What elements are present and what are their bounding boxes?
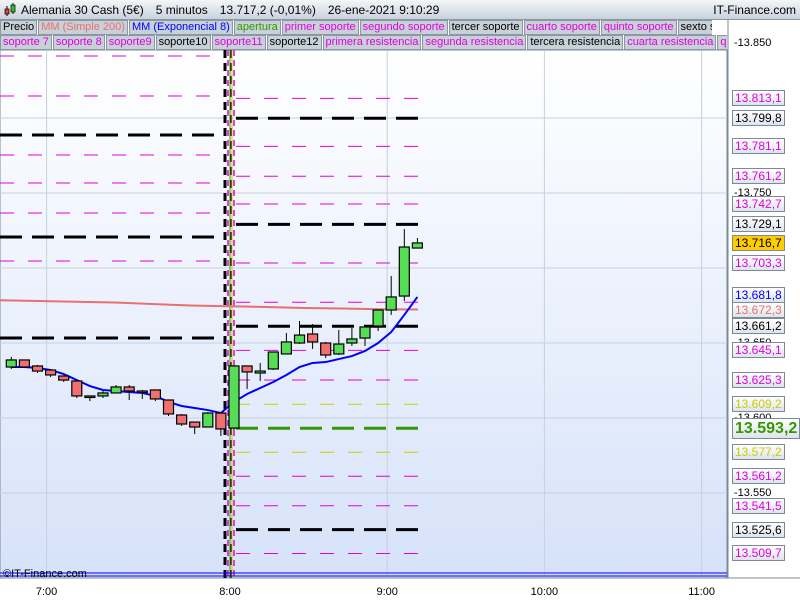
- legend-item[interactable]: soporte 7: [0, 35, 52, 50]
- candle: [333, 343, 345, 355]
- price-label: 13.729,1: [732, 216, 785, 233]
- instrument-name: Alemania 30 Cash (5€): [21, 2, 144, 17]
- datetime: 26-ene-2021 9:10:29: [327, 2, 440, 17]
- candle: [97, 392, 109, 397]
- price-tick: -13.850: [734, 37, 772, 49]
- legend-item[interactable]: cuarto soporte: [523, 20, 600, 35]
- legend-item[interactable]: sexto soporte: [677, 20, 712, 35]
- time-tick: 8:00: [219, 586, 241, 598]
- candle: [189, 421, 201, 428]
- candle: [84, 395, 96, 399]
- time-tick: 11:00: [688, 586, 715, 598]
- price-label: 13.645,1: [732, 342, 785, 359]
- candle: [267, 351, 279, 370]
- legend-item[interactable]: quinto soporte: [600, 20, 677, 35]
- legend-item[interactable]: apertura: [233, 20, 281, 35]
- legend-item[interactable]: quinta: [717, 35, 727, 50]
- candle: [372, 309, 384, 327]
- legend-item[interactable]: soporte 8: [52, 35, 105, 50]
- price-label: 13.716,7: [732, 234, 785, 251]
- candle: [110, 386, 122, 394]
- legend-item[interactable]: cuarta resistencia: [624, 35, 717, 50]
- legend-item[interactable]: tercera resistencia: [527, 35, 624, 50]
- candle: [320, 342, 332, 356]
- legend-item[interactable]: soporte9: [105, 35, 155, 50]
- brand: IT-Finance.com: [713, 2, 796, 17]
- price-label: 13.509,7: [732, 545, 785, 562]
- candle: [385, 296, 397, 311]
- candle: [44, 369, 57, 376]
- candle: [123, 386, 135, 392]
- price-label: 13.625,3: [732, 372, 785, 389]
- price-label: 13.781,1: [732, 138, 785, 155]
- candle: [176, 414, 188, 425]
- candle: [254, 370, 266, 374]
- candlestick-icon: [4, 2, 16, 16]
- candle: [31, 365, 44, 372]
- last-price: 13.717,2 (-0,01%): [219, 2, 316, 17]
- candle: [228, 365, 240, 429]
- candle: [411, 242, 423, 249]
- price-label: 13.813,1: [732, 90, 785, 107]
- candle: [149, 389, 161, 400]
- price-label: 13.703,3: [732, 255, 785, 272]
- legend-item[interactable]: primer soporte: [281, 20, 359, 35]
- legend-item[interactable]: segunda resistencia: [422, 35, 527, 50]
- time-tick: 10:00: [530, 586, 559, 598]
- legend-item[interactable]: segundo soporte: [359, 20, 448, 35]
- candle: [241, 365, 253, 373]
- price-chart[interactable]: [0, 0, 800, 600]
- candle: [71, 380, 83, 397]
- price-label: 13.577,2: [732, 444, 785, 461]
- candle: [136, 390, 148, 394]
- candle: [58, 375, 70, 381]
- title-bar: Alemania 30 Cash (5€) 5 minutos 13.717,2…: [0, 0, 800, 20]
- price-label: 13.742,7: [732, 195, 785, 212]
- copyright: ©IT-Finance.com: [3, 568, 87, 580]
- price-label: 13.672,3: [732, 301, 785, 318]
- time-tick: 9:00: [376, 586, 398, 598]
- price-label: 13.561,2: [732, 468, 785, 485]
- price-label: 13.525,6: [732, 521, 785, 538]
- price-label: 13.661,2: [732, 318, 785, 335]
- timeframe: 5 minutos: [155, 2, 208, 17]
- legend-item[interactable]: soporte12: [266, 35, 322, 50]
- legend-row-1: Precio MM (Simple 200) MM (Exponencial 8) a…: [0, 20, 712, 35]
- candle: [202, 412, 214, 428]
- price-label: 13.761,2: [732, 168, 785, 185]
- candle: [359, 326, 371, 339]
- candle: [293, 334, 306, 344]
- candle: [398, 246, 410, 297]
- legend-item[interactable]: soporte10: [155, 35, 211, 50]
- candle: [215, 412, 227, 430]
- legend-item[interactable]: soporte11: [211, 35, 266, 50]
- legend-item[interactable]: MM (Simple 200): [38, 20, 128, 35]
- candle: [18, 359, 30, 368]
- candle: [307, 333, 319, 343]
- price-label: 13.609,2: [732, 396, 785, 413]
- candle: [5, 359, 17, 368]
- legend-row-2: soporte 7 soporte 8 soporte9 soporte10 sopor…: [0, 35, 727, 50]
- price-label: 13.541,5: [732, 497, 785, 514]
- legend-item[interactable]: primera resistencia: [322, 35, 422, 50]
- candle: [280, 341, 292, 355]
- time-tick: 7:00: [35, 586, 58, 598]
- legend-item[interactable]: tercer soporte: [448, 20, 523, 35]
- candle: [346, 338, 358, 344]
- candle: [162, 399, 175, 415]
- price-label: 13.593,2: [732, 418, 800, 440]
- price-label: 13.799,8: [732, 110, 785, 127]
- legend-item[interactable]: MM (Exponencial 8): [128, 20, 233, 35]
- legend-item[interactable]: Precio: [0, 20, 38, 35]
- plot-area: [0, 49, 728, 579]
